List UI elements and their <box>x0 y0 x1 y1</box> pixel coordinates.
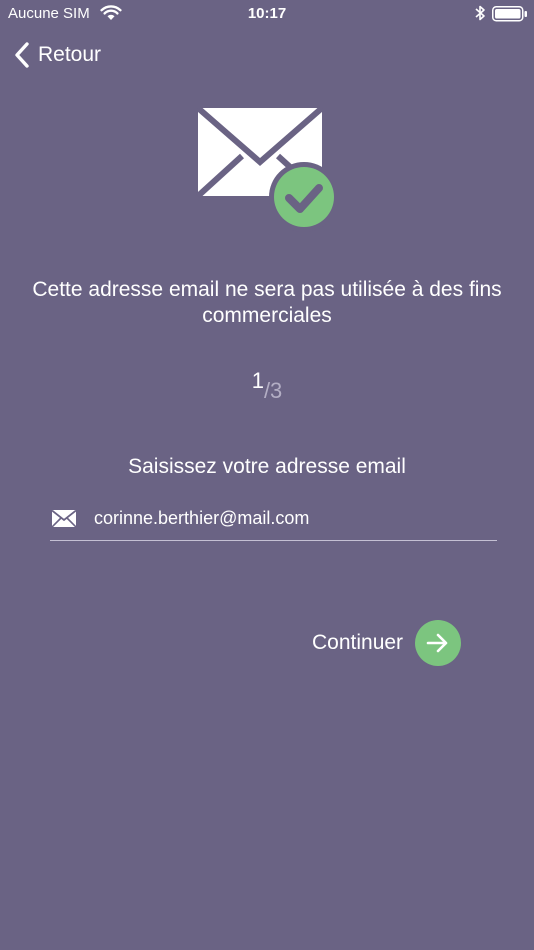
step-current: 1 <box>251 368 264 393</box>
arrow-right-icon <box>415 620 462 666</box>
mail-check-icon <box>195 105 340 237</box>
step-indicator: 1/3 <box>0 368 534 403</box>
back-label: Retour <box>38 43 102 66</box>
continue-button[interactable]: Continuer <box>312 620 462 666</box>
info-text: Cette adresse email ne sera pas utilisée… <box>32 278 502 327</box>
status-bar: Aucune SIM 10:17 <box>0 0 534 28</box>
step-total: /3 <box>263 378 283 403</box>
battery-icon <box>492 6 528 26</box>
chevron-left-icon <box>14 41 30 69</box>
email-field <box>50 500 497 541</box>
status-time: 10:17 <box>247 5 287 22</box>
envelope-icon <box>51 509 77 532</box>
continue-label: Continuer <box>312 631 404 654</box>
email-input[interactable] <box>94 504 494 532</box>
back-button[interactable]: Retour <box>14 38 101 72</box>
email-prompt: Saisissez votre adresse email <box>128 455 406 478</box>
bluetooth-icon <box>474 4 486 26</box>
